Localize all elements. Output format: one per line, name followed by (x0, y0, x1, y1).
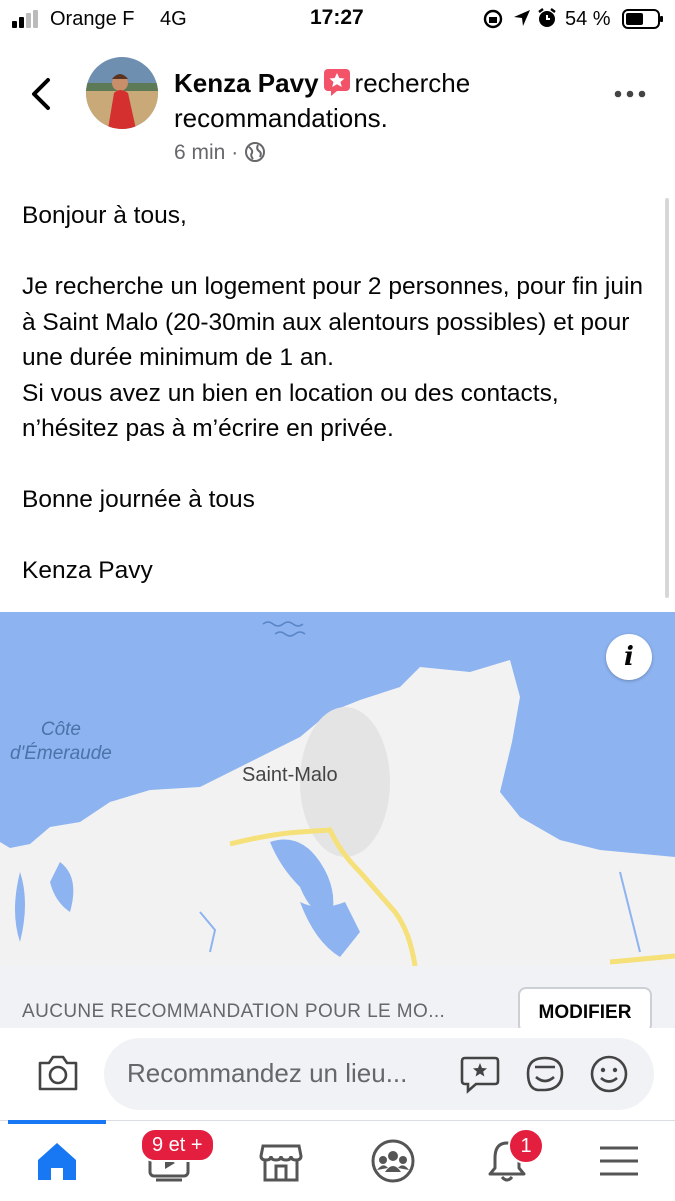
map-label-cote-emeraude: Côte d'Émeraude (10, 719, 112, 764)
network-label: 4G (160, 8, 187, 30)
recommend-place-icon[interactable] (459, 1053, 501, 1095)
status-bar: Orange F 4G 17:27 54 % (0, 0, 675, 38)
back-button[interactable] (28, 76, 58, 112)
watch-badge: 9 et + (140, 1128, 215, 1162)
meta-separator: · (231, 141, 239, 164)
bottom-nav (0, 1120, 675, 1201)
author-name[interactable]: Kenza Pavy (174, 68, 319, 98)
location-icon (514, 10, 530, 26)
camera-icon[interactable] (36, 1053, 80, 1093)
post-time[interactable]: 6 min (174, 141, 225, 164)
sticker-icon[interactable] (524, 1053, 566, 1095)
post-body: Bonjour à tous, Je recherche un logement… (22, 202, 644, 584)
map-info-button[interactable]: i (606, 634, 652, 680)
recommendation-badge-icon (323, 69, 350, 96)
more-options-icon[interactable] (612, 84, 648, 104)
home-icon[interactable] (34, 1138, 80, 1184)
battery-percent: 54 % (565, 8, 611, 30)
nav-active-indicator (8, 1120, 106, 1124)
post-header: Kenza Pavy recherche recommandations. (174, 66, 554, 136)
scrollbar[interactable] (665, 198, 669, 598)
notifications-badge: 1 (508, 1128, 544, 1164)
post-meta: 6 min · (174, 141, 266, 165)
clock: 17:27 (310, 6, 364, 29)
menu-icon[interactable] (596, 1138, 642, 1184)
map-label-saint-malo: Saint-Malo (242, 764, 338, 786)
battery-icon (622, 9, 663, 29)
carrier-label: Orange F (50, 8, 135, 30)
rotation-lock-icon (483, 9, 503, 29)
marketplace-icon[interactable] (258, 1138, 304, 1184)
signal-icon (12, 10, 38, 28)
recommendation-status: AUCUNE RECOMMANDATION POUR LE MO... (22, 1001, 446, 1022)
groups-icon[interactable] (370, 1138, 416, 1184)
map[interactable] (0, 612, 675, 966)
emoji-icon[interactable] (588, 1053, 630, 1095)
alarm-icon (538, 8, 556, 27)
globe-icon (245, 142, 266, 162)
modify-button[interactable]: MODIFIER (518, 987, 652, 1033)
avatar[interactable] (86, 57, 158, 129)
comment-placeholder: Recommandez un lieu... (127, 1058, 408, 1088)
